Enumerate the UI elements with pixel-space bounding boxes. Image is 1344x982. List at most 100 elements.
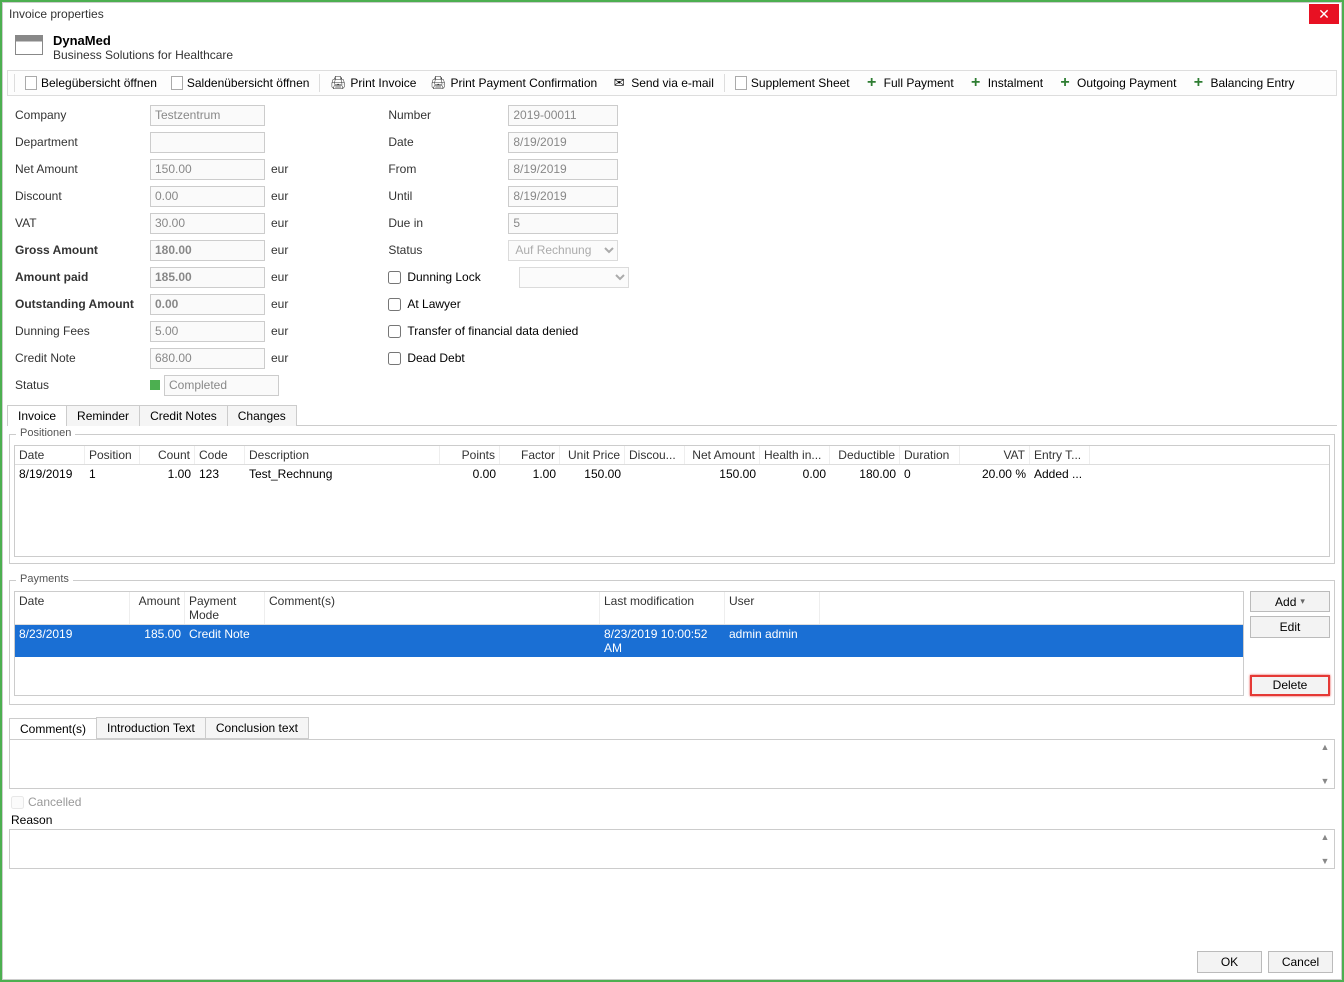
plus-icon: + [1190,75,1206,91]
footer: OK Cancel [3,945,1341,979]
brand-header: DynaMed Business Solutions for Healthcar… [3,25,1341,70]
cancelled-label: Cancelled [28,795,81,809]
add-button[interactable]: Add [1250,591,1330,612]
company-input [150,105,265,126]
ok-button[interactable]: OK [1197,951,1262,973]
vat-input [150,213,265,234]
full-payment-button[interactable]: +Full Payment [858,73,960,93]
status2-label: Status [388,243,508,257]
cancel-button[interactable]: Cancel [1268,951,1333,973]
date-input [508,132,618,153]
print-payment-button[interactable]: 🖨Print Payment Confirmation [424,73,603,93]
atlawyer-label: At Lawyer [407,297,460,311]
salden-button[interactable]: Saldenübersicht öffnen [165,74,316,92]
from-input [508,159,618,180]
department-label: Department [15,135,150,149]
status2-select: Auf Rechnung [508,240,618,261]
vat-label: VAT [15,216,150,230]
plus-icon: + [968,75,984,91]
gross-input [150,240,265,261]
reason-label: Reason [11,813,1333,827]
tab-creditnotes[interactable]: Credit Notes [139,405,228,426]
supplement-button[interactable]: Supplement Sheet [729,74,856,92]
number-input [508,105,618,126]
transfer-label: Transfer of financial data denied [407,324,578,338]
until-input [508,186,618,207]
dunninglock-label: Dunning Lock [407,270,513,284]
beleg-button[interactable]: Belegübersicht öffnen [19,74,163,92]
scroll-down-icon[interactable]: ▼ [1318,856,1332,866]
deaddebt-label: Dead Debt [407,351,464,365]
title-bar: Invoice properties ✕ [3,3,1341,25]
discount-input [150,186,265,207]
scroll-up-icon[interactable]: ▲ [1318,742,1332,752]
positionen-header: Date Position Count Code Description Poi… [15,446,1329,465]
department-input [150,132,265,153]
toolbar: Belegübersicht öffnen Saldenübersicht öf… [7,70,1337,96]
edit-button[interactable]: Edit [1250,616,1330,637]
doc-icon [171,76,183,90]
company-label: Company [15,108,150,122]
discount-label: Discount [15,189,150,203]
email-button[interactable]: ✉Send via e-mail [605,73,720,93]
paid-label: Amount paid [15,270,150,284]
tab-intro[interactable]: Introduction Text [96,717,206,739]
number-label: Number [388,108,508,122]
comments-textarea[interactable]: ▲ ▼ [9,739,1335,789]
tab-conclusion[interactable]: Conclusion text [205,717,309,739]
balancing-button[interactable]: +Balancing Entry [1184,73,1300,93]
until-label: Until [388,189,508,203]
dunninglock-select [519,267,629,288]
gross-label: Gross Amount [15,243,150,257]
date-label: Date [388,135,508,149]
tab-changes[interactable]: Changes [227,405,297,426]
atlawyer-checkbox[interactable] [388,298,401,311]
dunningfees-label: Dunning Fees [15,324,150,338]
positionen-row[interactable]: 8/19/2019 1 1.00 123 Test_Rechnung 0.00 … [15,465,1329,483]
positionen-fieldset: Positionen Date Position Count Code Desc… [9,434,1335,564]
payments-header: Date Amount Payment Mode Comment(s) Last… [15,592,1243,625]
comment-tabs: Comment(s) Introduction Text Conclusion … [9,717,1335,739]
cancelled-checkbox [11,796,24,809]
tab-invoice[interactable]: Invoice [7,405,67,426]
brand-logo-icon [15,35,43,55]
from-label: From [388,162,508,176]
payments-row[interactable]: 8/23/2019 185.00 Credit Note 8/23/2019 1… [15,625,1243,657]
due-label: Due in [388,216,508,230]
tab-reminder[interactable]: Reminder [66,405,140,426]
transfer-checkbox[interactable] [388,325,401,338]
scroll-up-icon[interactable]: ▲ [1318,832,1332,842]
payments-fieldset: Payments Date Amount Payment Mode Commen… [9,580,1335,705]
brand-tagline: Business Solutions for Healthcare [53,48,233,62]
outstanding-label: Outstanding Amount [15,297,150,311]
creditnote-label: Credit Note [15,351,150,365]
tab-comments[interactable]: Comment(s) [9,718,97,740]
delete-button[interactable]: Delete [1250,675,1330,696]
main-tabs: Invoice Reminder Credit Notes Changes [7,404,1337,426]
dunninglock-checkbox[interactable] [388,271,401,284]
window-title: Invoice properties [3,7,1309,21]
plus-icon: + [1057,75,1073,91]
due-input [508,213,618,234]
net-label: Net Amount [15,162,150,176]
dunningfees-input [150,321,265,342]
doc-icon [735,76,747,90]
outgoing-button[interactable]: +Outgoing Payment [1051,73,1182,93]
status-indicator-icon [150,380,160,390]
positionen-legend: Positionen [16,427,75,439]
status-input [164,375,279,396]
creditnote-input [150,348,265,369]
net-input [150,159,265,180]
mail-icon: ✉ [611,75,627,91]
close-button[interactable]: ✕ [1309,4,1339,24]
print-invoice-button[interactable]: 🖨Print Invoice [324,73,422,93]
outstanding-input [150,294,265,315]
brand-name: DynaMed [53,33,233,48]
instalment-button[interactable]: +Instalment [962,73,1049,93]
scroll-down-icon[interactable]: ▼ [1318,776,1332,786]
doc-icon [25,76,37,90]
printer-icon: 🖨 [430,75,446,91]
reason-textarea[interactable]: ▲ ▼ [9,829,1335,869]
plus-icon: + [864,75,880,91]
deaddebt-checkbox[interactable] [388,352,401,365]
